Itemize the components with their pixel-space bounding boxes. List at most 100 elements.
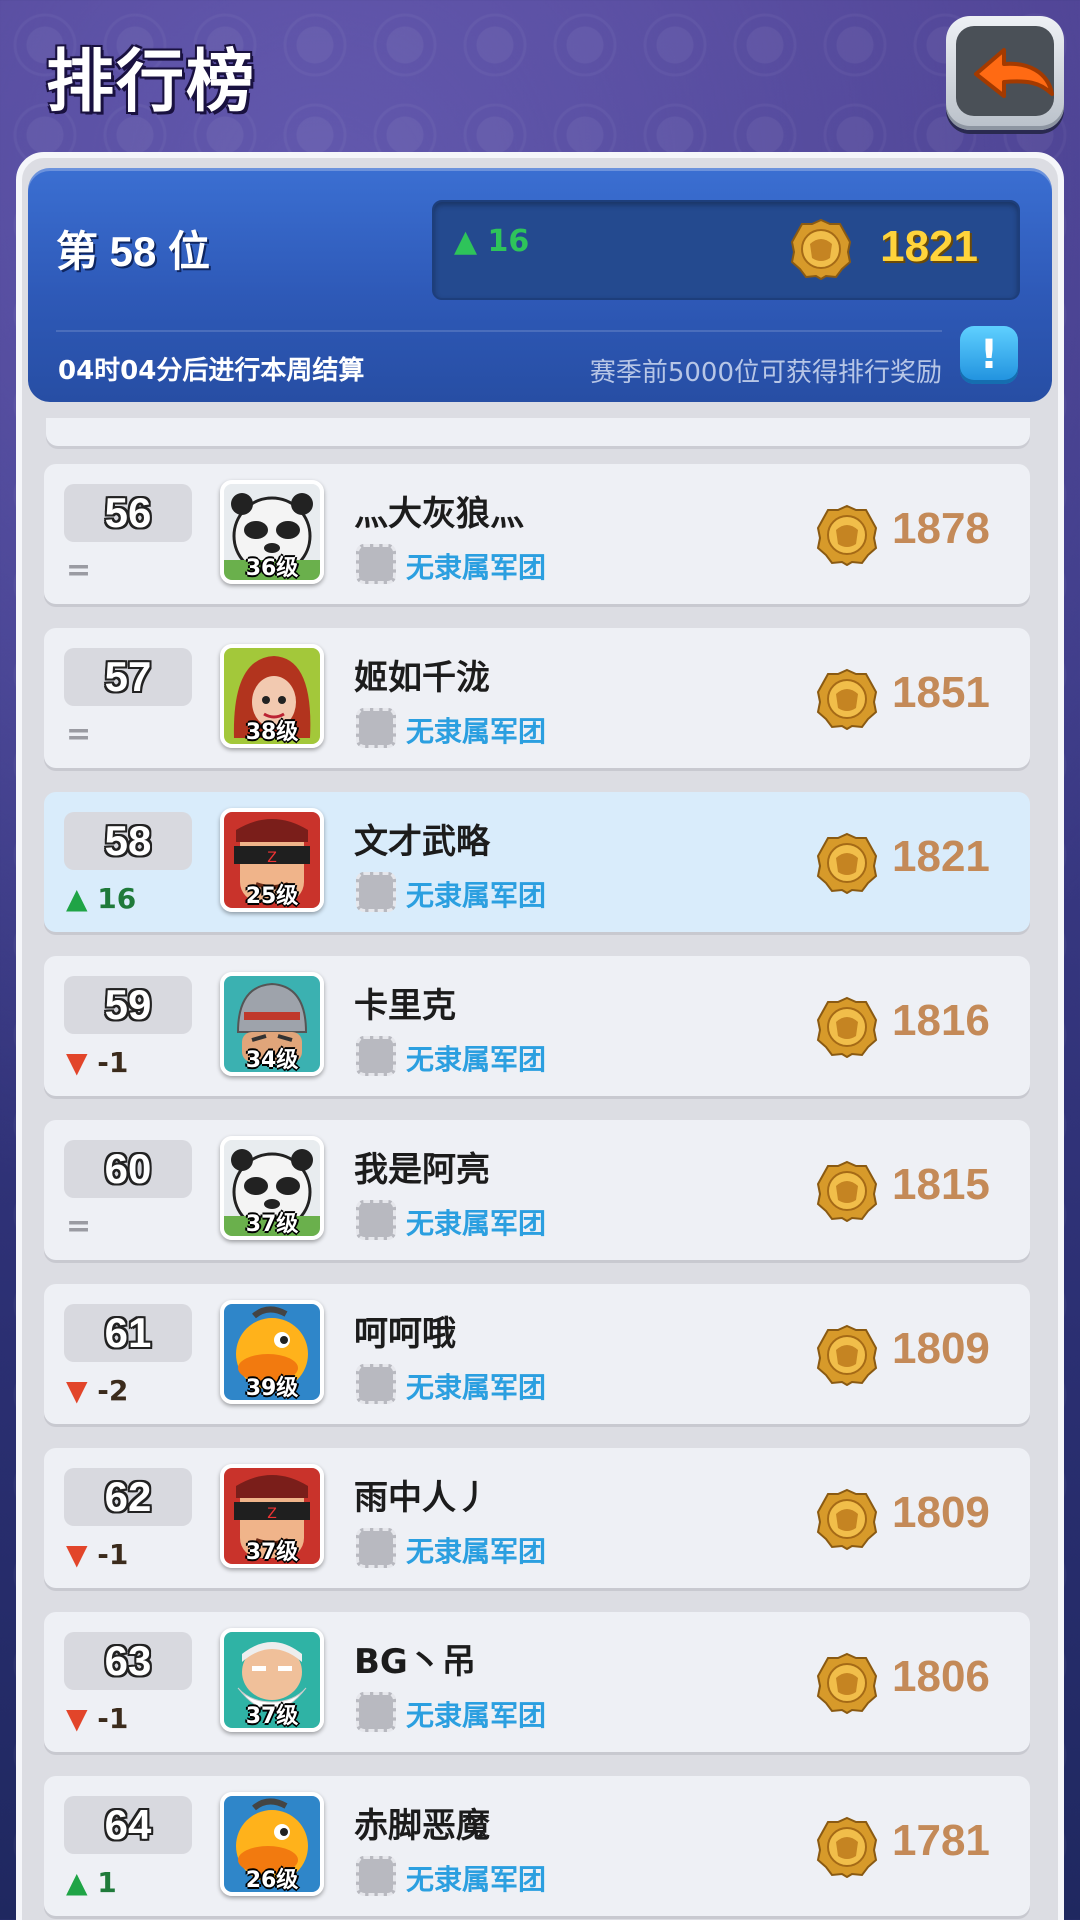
medal-icon <box>816 668 878 730</box>
avatar[interactable]: 26级 <box>220 1792 324 1896</box>
my-score: 1821 <box>880 222 978 271</box>
rank-number: 63 <box>64 1632 192 1690</box>
leaderboard-list[interactable]: 56 = 36级 灬大灰狼灬 无隶属军团 1878 57 = 38级 姬如千泷 无隶属军团 1851 5… <box>34 418 1046 1920</box>
list-item-partial <box>46 418 1030 446</box>
rank-change-value: -1 <box>97 1046 129 1079</box>
player-level: 34级 <box>245 1048 299 1073</box>
avatar[interactable]: 36级 <box>220 480 324 584</box>
guild-name[interactable]: 无隶属军团 <box>406 1694 546 1734</box>
down-arrow-icon: ▼ <box>66 1702 88 1735</box>
medal-icon <box>816 1652 878 1714</box>
avatar[interactable]: 39级 <box>220 1300 324 1404</box>
rank-change: ▲ 1 <box>66 1866 117 1900</box>
page-title: 排行榜 <box>46 43 257 122</box>
rank-change-value: 1 <box>97 1866 117 1899</box>
list-item[interactable]: 56 = 36级 灬大灰狼灬 无隶属军团 1878 <box>44 464 1030 604</box>
medal-icon <box>816 1816 878 1878</box>
list-item[interactable]: 63 ▼ -1 37级 BG丶吊无隶属军团 1806 <box>44 1612 1030 1752</box>
up-arrow-icon: ▲ <box>66 882 88 915</box>
player-level: 26级 <box>245 1868 299 1893</box>
avatar[interactable]: 37级 <box>220 1136 324 1240</box>
player-points: 1809 <box>892 1324 990 1373</box>
rank-change: = <box>66 717 92 752</box>
guild-name[interactable]: 无隶属军团 <box>406 546 546 586</box>
guild-emblem-icon <box>356 1856 396 1896</box>
medal-icon <box>816 832 878 894</box>
avatar[interactable]: 38级 <box>220 644 324 748</box>
up-arrow-icon: ▲ <box>66 1866 88 1899</box>
player-points: 1821 <box>892 832 990 881</box>
player-name: 卡里克 <box>354 986 456 1026</box>
player-level: 37级 <box>245 1540 299 1565</box>
avatar[interactable]: 37级 <box>220 1628 324 1732</box>
medal-icon <box>790 218 852 280</box>
guild-name[interactable]: 无隶属军团 <box>406 1530 546 1570</box>
rank-number: 58 <box>64 812 192 870</box>
rank-number: 59 <box>64 976 192 1034</box>
rank-change: ▼ -2 <box>66 1374 128 1408</box>
guild-name[interactable]: 无隶属军团 <box>406 1202 546 1242</box>
my-rank-change: ▲ 16 <box>454 224 530 259</box>
my-rank-change-value: 16 <box>487 224 530 259</box>
list-item[interactable]: 58 ▲ 16 Z 25级 文才武略无隶属军团 1821 <box>44 792 1030 932</box>
rank-change-value: -1 <box>97 1538 129 1571</box>
player-points: 1781 <box>892 1816 990 1865</box>
player-name: 文才武略 <box>354 822 490 862</box>
avatar[interactable]: Z 25级 <box>220 808 324 912</box>
list-item[interactable]: 60 = 37级 我是阿亮无隶属军团 1815 <box>44 1120 1030 1260</box>
player-points: 1809 <box>892 1488 990 1537</box>
rank-change: = <box>66 1209 92 1244</box>
my-score-box: ▲ 16 1821 <box>432 200 1020 300</box>
list-item[interactable]: 62 ▼ -1 Z 37级 雨中人丿 无隶属军团 1809 <box>44 1448 1030 1588</box>
player-points: 1851 <box>892 668 990 717</box>
list-item[interactable]: 59 ▼ -1 34级 卡里克 无隶属军团 1816 <box>44 956 1030 1096</box>
player-level: 25级 <box>245 884 299 909</box>
rank-change: = <box>66 553 92 588</box>
guild-emblem-icon <box>356 1200 396 1240</box>
player-name: BG丶吊 <box>354 1642 476 1682</box>
avatar[interactable]: 34级 <box>220 972 324 1076</box>
list-item[interactable]: 64 ▲ 1 26级 赤脚恶魔无隶属军团 1781 <box>44 1776 1030 1916</box>
player-level: 37级 <box>245 1704 299 1729</box>
settlement-countdown: 04时04分后进行本周结算 <box>58 356 365 386</box>
svg-text:Z: Z <box>267 1506 277 1522</box>
rank-change: ▲ 16 <box>66 882 136 916</box>
player-level: 37级 <box>245 1212 299 1237</box>
guild-name[interactable]: 无隶属军团 <box>406 710 546 750</box>
medal-icon <box>816 996 878 1058</box>
rank-number: 60 <box>64 1140 192 1198</box>
guild-name[interactable]: 无隶属军团 <box>406 1858 546 1898</box>
medal-icon <box>816 1324 878 1386</box>
guild-emblem-icon <box>356 1036 396 1076</box>
player-name: 我是阿亮 <box>354 1150 490 1190</box>
info-button[interactable]: ! <box>960 326 1018 384</box>
player-level: 36级 <box>245 556 299 581</box>
guild-name[interactable]: 无隶属军团 <box>406 1366 546 1406</box>
player-points: 1815 <box>892 1160 990 1209</box>
player-level: 38级 <box>245 720 299 745</box>
player-points: 1806 <box>892 1652 990 1701</box>
down-arrow-icon: ▼ <box>66 1046 88 1079</box>
rank-number: 62 <box>64 1468 192 1526</box>
svg-text:Z: Z <box>267 850 277 866</box>
down-arrow-icon: ▼ <box>66 1538 88 1571</box>
header-divider <box>56 330 942 332</box>
player-name: 赤脚恶魔 <box>354 1806 490 1846</box>
list-item[interactable]: 61 ▼ -2 39级 呵呵哦 无隶属军团 1809 <box>44 1284 1030 1424</box>
medal-icon <box>816 1160 878 1222</box>
rank-change: ▼ -1 <box>66 1538 128 1572</box>
rank-number: 61 <box>64 1304 192 1362</box>
rank-number: 64 <box>64 1796 192 1854</box>
guild-emblem-icon <box>356 708 396 748</box>
list-item[interactable]: 57 = 38级 姬如千泷 无隶属军团 1851 <box>44 628 1030 768</box>
player-name: 姬如千泷 <box>354 658 490 698</box>
avatar[interactable]: Z 37级 <box>220 1464 324 1568</box>
medal-icon <box>816 504 878 566</box>
rank-change-value: -1 <box>97 1702 129 1735</box>
player-name: 灬大灰狼灬 <box>354 494 524 534</box>
player-level: 39级 <box>245 1376 299 1401</box>
back-button[interactable] <box>946 16 1064 130</box>
guild-name[interactable]: 无隶属军团 <box>406 1038 546 1078</box>
rank-change: ▼ -1 <box>66 1702 128 1736</box>
guild-name[interactable]: 无隶属军团 <box>406 874 546 914</box>
